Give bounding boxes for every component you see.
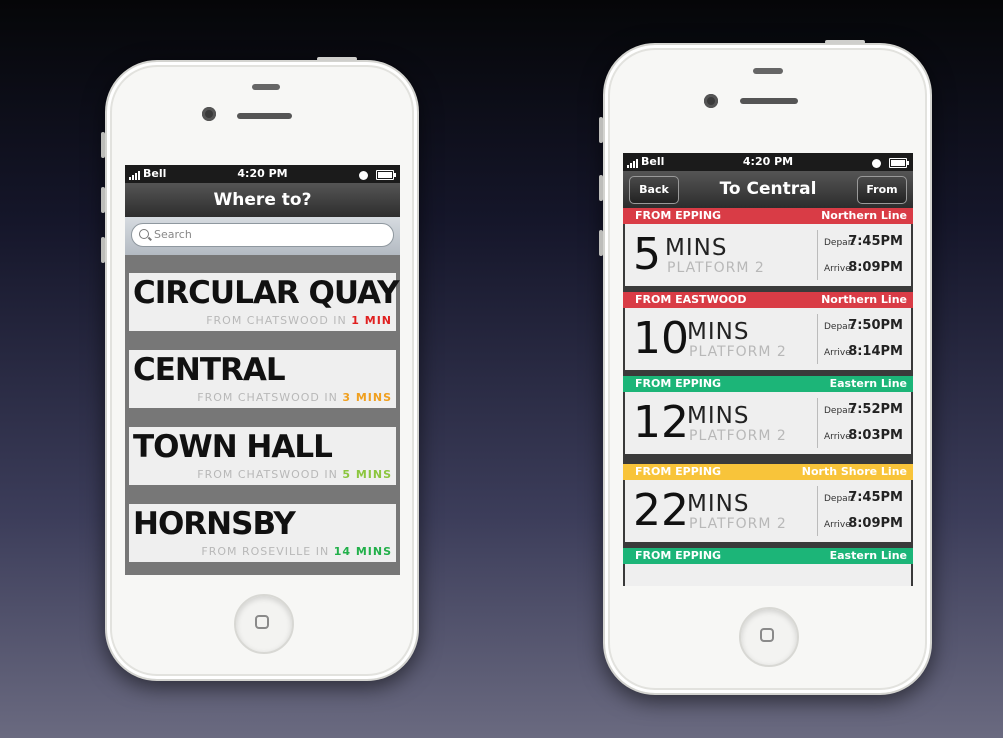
arrive-time: 8:14PM bbox=[848, 344, 903, 359]
right-phone: Bell 4:20 PM Back To Central From FROM E… bbox=[599, 40, 932, 695]
divider bbox=[817, 230, 818, 280]
search-input[interactable]: Search bbox=[131, 223, 394, 247]
trip-list: FROM EPPING Northern Line 5 MINS PLATFOR… bbox=[623, 208, 913, 586]
trip-minutes: 5 bbox=[633, 229, 661, 280]
trip-header: FROM EPPING North Shore Line bbox=[623, 464, 913, 480]
arrive-label: Arrive bbox=[824, 264, 851, 274]
battery-icon bbox=[376, 170, 396, 180]
trip-card[interactable]: 12 MINS PLATFORM 2 Depart 7:52PM Arrive … bbox=[625, 392, 911, 454]
proximity-sensor bbox=[252, 84, 280, 90]
search-bar: Search bbox=[125, 217, 400, 255]
destination-name: HORNSBY bbox=[133, 506, 296, 542]
destination-item[interactable]: CENTRAL FROM CHATSWOOD IN 3 MINS bbox=[129, 350, 396, 408]
trip-origin: FROM EASTWOOD bbox=[635, 293, 747, 306]
right-screen: Bell 4:20 PM Back To Central From FROM E… bbox=[623, 153, 913, 586]
volume-down-button bbox=[101, 237, 105, 263]
trip-card[interactable]: 22 MINS PLATFORM 2 Depart 7:45PM Arrive … bbox=[625, 480, 911, 542]
trip-header: FROM EPPING Eastern Line bbox=[623, 376, 913, 392]
trip-platform: PLATFORM 2 bbox=[667, 260, 765, 276]
trip-minutes: 10 bbox=[633, 313, 689, 364]
nav-bar: Back To Central From bbox=[623, 171, 913, 208]
trip-origin: FROM EPPING bbox=[635, 209, 722, 222]
speaker-grille bbox=[740, 98, 798, 104]
volume-down-button bbox=[599, 230, 603, 256]
trip-card[interactable]: 10 MINS PLATFORM 2 Depart 7:50PM Arrive … bbox=[625, 308, 911, 370]
arrive-label: Arrive bbox=[824, 348, 851, 358]
destination-eta: FROM CHATSWOOD IN 1 MIN bbox=[206, 314, 392, 327]
from-button[interactable]: From bbox=[857, 176, 907, 204]
trip-mins-label: MINS bbox=[687, 491, 750, 517]
trip-header: FROM EPPING Eastern Line bbox=[623, 548, 913, 564]
destination-list: CIRCULAR QUAY FROM CHATSWOOD IN 1 MIN CE… bbox=[125, 255, 400, 575]
depart-time: 7:45PM bbox=[848, 234, 903, 249]
arrive-time: 8:09PM bbox=[848, 260, 903, 275]
search-icon bbox=[139, 229, 149, 239]
page-title: Where to? bbox=[213, 190, 312, 210]
arrive-label: Arrive bbox=[824, 432, 851, 442]
trip-line: Northern Line bbox=[821, 209, 907, 222]
status-bar: Bell 4:20 PM bbox=[623, 153, 913, 171]
mute-switch bbox=[599, 117, 603, 143]
trip-header: FROM EASTWOOD Northern Line bbox=[623, 292, 913, 308]
back-button[interactable]: Back bbox=[629, 176, 679, 204]
arrive-time: 8:09PM bbox=[848, 516, 903, 531]
divider bbox=[817, 398, 818, 448]
trip-line: Eastern Line bbox=[829, 549, 907, 562]
speaker-grille bbox=[237, 113, 292, 119]
alarm-icon bbox=[359, 170, 368, 180]
camera-icon bbox=[202, 107, 216, 121]
trip-header: FROM EPPING Northern Line bbox=[623, 208, 913, 224]
trip-line: North Shore Line bbox=[801, 465, 907, 478]
divider bbox=[817, 486, 818, 536]
search-placeholder: Search bbox=[154, 228, 192, 241]
depart-time: 7:52PM bbox=[848, 402, 903, 417]
destination-eta: FROM CHATSWOOD IN 3 MINS bbox=[197, 391, 392, 404]
home-button[interactable] bbox=[234, 594, 294, 654]
trip-platform: PLATFORM 2 bbox=[689, 516, 787, 532]
trip-line: Northern Line bbox=[821, 293, 907, 306]
trip-origin: FROM EPPING bbox=[635, 549, 722, 562]
trip-line: Eastern Line bbox=[829, 377, 907, 390]
destination-item[interactable]: CIRCULAR QUAY FROM CHATSWOOD IN 1 MIN bbox=[129, 273, 400, 331]
destination-name: CENTRAL bbox=[133, 352, 286, 388]
depart-time: 7:45PM bbox=[848, 490, 903, 505]
left-phone: Bell 4:20 PM Where to? Search CIRCULAR Q… bbox=[101, 57, 419, 681]
arrive-time: 8:03PM bbox=[848, 428, 903, 443]
sleep-button bbox=[825, 40, 865, 44]
volume-up-button bbox=[101, 187, 105, 213]
status-bar: Bell 4:20 PM bbox=[125, 165, 400, 183]
trip-minutes: 12 bbox=[633, 397, 689, 448]
depart-time: 7:50PM bbox=[848, 318, 903, 333]
trip-mins-label: MINS bbox=[687, 403, 750, 429]
home-button[interactable] bbox=[739, 607, 799, 667]
trip-origin: FROM EPPING bbox=[635, 465, 722, 478]
volume-up-button bbox=[599, 175, 603, 201]
destination-item[interactable]: TOWN HALL FROM CHATSWOOD IN 5 MINS bbox=[129, 427, 396, 485]
trip-platform: PLATFORM 2 bbox=[689, 428, 787, 444]
mute-switch bbox=[101, 132, 105, 158]
left-screen: Bell 4:20 PM Where to? Search CIRCULAR Q… bbox=[125, 165, 400, 575]
destination-item[interactable]: HORNSBY FROM ROSEVILLE IN 14 MINS bbox=[129, 504, 396, 562]
trip-minutes: 22 bbox=[633, 485, 689, 536]
trip-mins-label: MINS bbox=[665, 235, 728, 261]
destination-name: TOWN HALL bbox=[133, 429, 333, 465]
destination-eta: FROM CHATSWOOD IN 5 MINS bbox=[197, 468, 392, 481]
alarm-icon bbox=[872, 158, 881, 168]
trip-mins-label: MINS bbox=[687, 319, 750, 345]
trip-platform: PLATFORM 2 bbox=[689, 344, 787, 360]
battery-icon bbox=[889, 158, 909, 168]
arrive-label: Arrive bbox=[824, 520, 851, 530]
divider bbox=[817, 314, 818, 364]
sleep-button bbox=[317, 57, 357, 61]
status-time: 4:20 PM bbox=[742, 155, 794, 168]
camera-icon bbox=[704, 94, 718, 108]
trip-card[interactable] bbox=[625, 564, 911, 586]
proximity-sensor bbox=[753, 68, 783, 74]
trip-card[interactable]: 5 MINS PLATFORM 2 Depart 7:45PM Arrive 8… bbox=[625, 224, 911, 286]
trip-origin: FROM EPPING bbox=[635, 377, 722, 390]
nav-bar: Where to? bbox=[125, 183, 400, 217]
destination-name: CIRCULAR QUAY bbox=[133, 275, 400, 311]
destination-eta: FROM ROSEVILLE IN 14 MINS bbox=[201, 545, 392, 558]
